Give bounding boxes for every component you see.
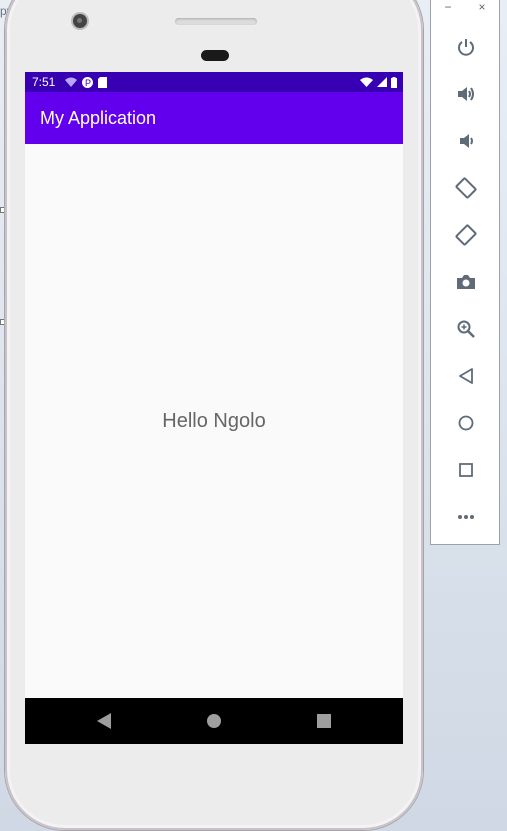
rotate-left-icon: [455, 177, 477, 199]
status-time: 7:51: [32, 75, 56, 89]
cell-signal-icon: [377, 77, 387, 87]
volume-down-icon: [460, 134, 473, 148]
rotate-left-button[interactable]: [453, 175, 479, 201]
device-screen[interactable]: 7:51 P My Application Hello Ngolo: [25, 72, 403, 744]
rotate-right-icon: [455, 224, 477, 246]
emulator-toolbar: − ×: [430, 0, 500, 545]
close-button[interactable]: ×: [478, 0, 485, 16]
front-camera: [73, 14, 87, 28]
overview-button[interactable]: [453, 457, 479, 483]
back-button[interactable]: [453, 363, 479, 389]
nav-back-icon[interactable]: [97, 713, 111, 729]
nav-home-icon[interactable]: [207, 714, 221, 728]
earpiece-speaker: [175, 18, 257, 25]
camera-icon: [457, 275, 475, 289]
more-icon: [458, 515, 474, 519]
play-protect-icon: P: [82, 76, 94, 88]
hello-text: Hello Ngolo: [162, 410, 266, 432]
volume-down-button[interactable]: [453, 128, 479, 154]
volume-up-button[interactable]: [453, 81, 479, 107]
volume-up-icon: [458, 87, 474, 101]
battery-icon: [391, 76, 397, 88]
svg-text:P: P: [85, 78, 91, 88]
status-bar: 7:51 P: [25, 72, 403, 92]
power-button[interactable]: [453, 34, 479, 60]
home-icon: [458, 415, 474, 431]
overview-icon: [459, 463, 473, 477]
zoom-icon: [457, 320, 475, 338]
wifi-signal-icon: [65, 77, 78, 87]
zoom-button[interactable]: [453, 316, 479, 342]
screenshot-button[interactable]: [453, 269, 479, 295]
sd-card-icon: [98, 76, 108, 88]
wifi-icon: [360, 77, 373, 87]
app-bar: My Application: [25, 92, 403, 144]
navigation-bar: [25, 698, 403, 744]
window-controls: − ×: [431, 0, 499, 16]
back-icon: [459, 368, 473, 384]
nav-overview-icon[interactable]: [317, 714, 331, 728]
more-button[interactable]: [453, 504, 479, 530]
sensor-pill: [201, 50, 229, 61]
app-title: My Application: [40, 107, 157, 128]
power-icon: [458, 39, 474, 56]
minimize-button[interactable]: −: [444, 0, 451, 16]
home-button[interactable]: [453, 410, 479, 436]
rotate-right-button[interactable]: [453, 222, 479, 248]
phone-frame: 7:51 P My Application Hello Ngolo: [5, 0, 423, 830]
